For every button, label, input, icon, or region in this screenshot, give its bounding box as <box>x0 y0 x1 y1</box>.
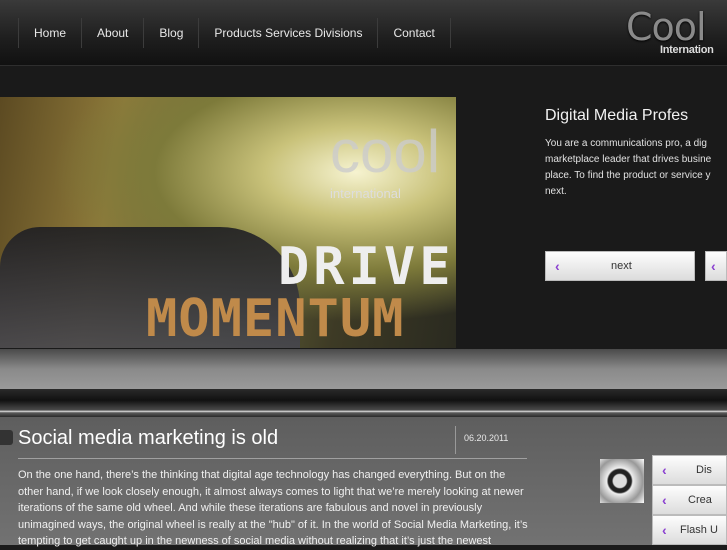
post-date: 06.20.2011 <box>464 433 509 443</box>
chevron-left-icon: ‹ <box>662 522 667 538</box>
post-title[interactable]: Social media marketing is old <box>18 427 278 450</box>
chevron-left-icon: ‹ <box>711 258 716 274</box>
hero-momentum-text: MOMENTUM <box>146 289 405 348</box>
logo-thumbnail <box>600 459 644 503</box>
chevron-left-icon: ‹ <box>662 462 667 478</box>
date-separator <box>455 426 456 454</box>
next-label: next <box>611 260 632 272</box>
nav-blog[interactable]: Blog <box>143 18 198 48</box>
side-item-3[interactable]: ‹ Flash U <box>652 515 727 545</box>
nav-about[interactable]: About <box>81 18 143 48</box>
chevron-left-icon: ‹ <box>662 492 667 508</box>
side-item-2[interactable]: ‹ Crea <box>652 485 727 515</box>
next-button[interactable]: ‹ next <box>545 251 695 281</box>
chevron-left-icon: ‹ <box>555 258 560 274</box>
divider-stripe <box>0 389 727 417</box>
hero-image: cool international DRIVE MOMENTUM <box>0 97 456 348</box>
nav-products-services-divisions[interactable]: Products Services Divisions <box>198 18 377 48</box>
hero-drive-text: DRIVE <box>278 237 455 297</box>
side-item-1[interactable]: ‹ Dis <box>652 455 727 485</box>
prev-button[interactable]: ‹ <box>705 251 727 281</box>
main-nav: Home About Blog Products Services Divisi… <box>18 18 451 48</box>
logo-subtitle: Internation <box>660 44 714 56</box>
feature-title: Digital Media Profes <box>545 107 689 124</box>
post-body: On the one hand, there’s the thinking th… <box>18 469 528 547</box>
logo[interactable]: Cool <box>626 5 707 49</box>
nav-home[interactable]: Home <box>18 18 81 48</box>
feature-text: You are a communications pro, a dig mark… <box>545 138 712 197</box>
header: Home About Blog Products Services Divisi… <box>0 0 727 66</box>
divider-band <box>0 349 727 389</box>
comment-icon[interactable] <box>0 430 13 445</box>
title-rule <box>18 458 527 459</box>
hero-logo: cool international <box>330 118 441 201</box>
nav-contact[interactable]: Contact <box>377 18 451 48</box>
